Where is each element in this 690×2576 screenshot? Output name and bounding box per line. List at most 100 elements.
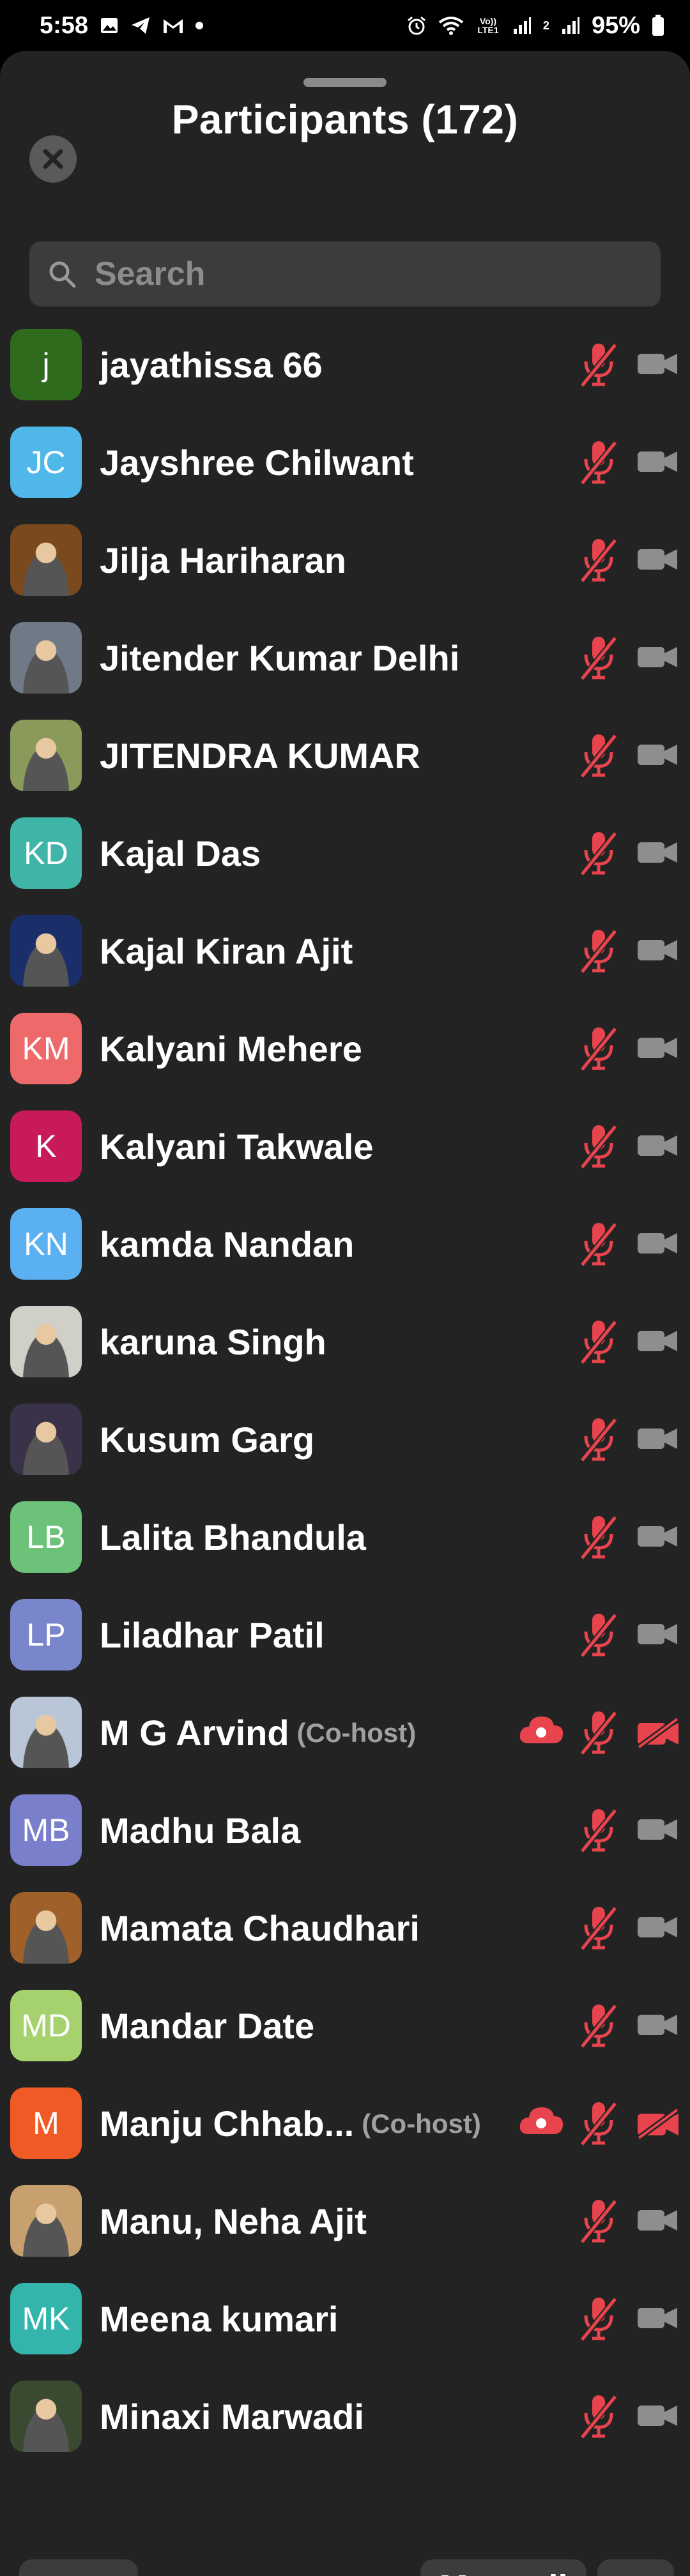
participant-row[interactable]: KN kamda Nandan <box>0 1199 690 1296</box>
mic-muted-icon[interactable] <box>578 1318 619 1368</box>
participant-row[interactable]: karuna Singh <box>0 1296 690 1394</box>
video-off-icon[interactable] <box>636 2107 680 2142</box>
mic-muted-icon[interactable] <box>578 2100 619 2150</box>
participant-row[interactable]: MB Madhu Bala <box>0 1785 690 1883</box>
video-icon[interactable] <box>636 643 678 674</box>
video-icon[interactable] <box>636 1620 678 1651</box>
participant-row[interactable]: KD Kajal Das <box>0 808 690 905</box>
video-icon[interactable] <box>636 936 678 967</box>
video-icon[interactable] <box>636 1522 678 1554</box>
gallery-icon <box>100 16 119 35</box>
battery-percent: 95% <box>591 11 640 39</box>
video-icon[interactable] <box>636 1913 678 1944</box>
participant-row[interactable]: M Manju Chhab... (Co-host) <box>0 2078 690 2176</box>
participant-row[interactable]: KM Kalyani Mehere <box>0 1003 690 1101</box>
cohost-label: (Co-host) <box>296 1717 417 1748</box>
avatar: j <box>10 329 82 400</box>
search-input[interactable] <box>93 254 639 294</box>
participant-row[interactable]: JC Jayshree Chilwant <box>0 417 690 515</box>
search-bar[interactable] <box>29 241 661 307</box>
participant-row[interactable]: Mamata Chaudhari <box>0 1883 690 1980</box>
mic-muted-icon[interactable] <box>578 1025 619 1075</box>
mic-muted-icon[interactable] <box>578 536 619 587</box>
mic-muted-icon[interactable] <box>578 2197 619 2248</box>
video-icon[interactable] <box>636 1425 678 1456</box>
mic-muted-icon[interactable] <box>578 732 619 782</box>
mic-muted-icon[interactable] <box>578 1416 619 1466</box>
mic-muted-icon[interactable] <box>578 1709 619 1759</box>
participant-name-wrap: Madhu Bala <box>100 1785 300 1876</box>
participant-row[interactable]: Kusum Garg <box>0 1394 690 1492</box>
participant-row[interactable]: j jayathissa 66 <box>0 319 690 417</box>
video-icon[interactable] <box>636 1229 678 1261</box>
volte-label: Vo)) LTE1 <box>477 16 499 35</box>
participant-row[interactable]: MD Mandar Date <box>0 1980 690 2078</box>
video-icon[interactable] <box>636 448 678 479</box>
video-icon[interactable] <box>636 350 678 381</box>
mic-muted-icon[interactable] <box>578 2295 619 2345</box>
drag-handle[interactable] <box>303 78 387 87</box>
mic-muted-icon[interactable] <box>578 830 619 880</box>
participant-name: Manu, Neha Ajit <box>100 2201 367 2241</box>
participant-name: Kalyani Mehere <box>100 1029 362 1069</box>
participant-row[interactable]: K Kalyani Takwale <box>0 1101 690 1199</box>
participant-name-wrap: Kalyani Mehere <box>100 1003 362 1095</box>
avatar-photo <box>10 622 82 693</box>
mic-muted-icon[interactable] <box>578 2393 619 2443</box>
status-bar: 5:58 Vo)) LTE1 2 95% <box>0 0 690 51</box>
video-icon[interactable] <box>636 2011 678 2042</box>
video-icon[interactable] <box>636 1815 678 1847</box>
participant-row[interactable]: Kajal Kiran Ajit <box>0 905 690 1003</box>
status-bar-right: Vo)) LTE1 2 95% <box>406 12 664 40</box>
video-icon[interactable] <box>636 838 678 870</box>
participant-row[interactable]: LP Liladhar Patil <box>0 1589 690 1687</box>
video-icon[interactable] <box>636 1034 678 1065</box>
participant-row[interactable]: Manu, Neha Ajit <box>0 2176 690 2273</box>
video-off-icon[interactable] <box>636 1716 680 1752</box>
avatar: M <box>10 2087 82 2159</box>
video-icon[interactable] <box>636 2402 678 2433</box>
video-icon[interactable] <box>636 2206 678 2238</box>
participant-row[interactable]: MK Meena kumari <box>0 2273 690 2371</box>
video-icon[interactable] <box>636 545 678 577</box>
participant-row[interactable]: LB Lalita Bhandula <box>0 1492 690 1589</box>
signal-2-icon <box>561 16 580 35</box>
mic-muted-icon[interactable] <box>578 1807 619 1857</box>
participant-name: Madhu Bala <box>100 1810 301 1851</box>
video-icon[interactable] <box>636 741 678 772</box>
video-icon[interactable] <box>636 1327 678 1358</box>
gmail-icon <box>162 17 184 34</box>
participant-row[interactable]: Jitender Kumar Delhi <box>0 612 690 710</box>
participant-name: Kusum Garg <box>100 1420 315 1460</box>
mic-muted-icon[interactable] <box>578 1611 619 1662</box>
participant-name: Jilja Hariharan <box>100 540 346 580</box>
invite-button[interactable]: Invite <box>19 2559 138 2576</box>
video-icon[interactable] <box>636 1132 678 1163</box>
more-options-button[interactable]: ··· <box>597 2559 674 2576</box>
avatar: MB <box>10 1794 82 1866</box>
participant-name-wrap: Meena kumari <box>100 2273 339 2365</box>
mic-muted-icon[interactable] <box>578 439 619 489</box>
notification-dot-icon <box>195 22 204 29</box>
participant-name: Kalyani Takwale <box>100 1126 374 1167</box>
participant-row[interactable]: M G Arvind (Co-host) <box>0 1687 690 1785</box>
close-icon <box>43 149 63 169</box>
mic-muted-icon[interactable] <box>578 341 619 391</box>
participant-name: Kajal Das <box>100 833 261 874</box>
participant-name-wrap: Jilja Hariharan <box>100 515 346 606</box>
mute-all-button[interactable]: Mute all <box>420 2559 586 2576</box>
mic-muted-icon[interactable] <box>578 1513 619 1564</box>
video-icon[interactable] <box>636 2304 678 2335</box>
participant-row[interactable]: JITENDRA KUMAR <box>0 710 690 808</box>
mic-muted-icon[interactable] <box>578 1220 619 1271</box>
participant-row[interactable]: Jilja Hariharan <box>0 515 690 612</box>
mic-muted-icon[interactable] <box>578 927 619 978</box>
mic-muted-icon[interactable] <box>578 634 619 685</box>
participant-name: jayathissa 66 <box>100 345 323 385</box>
participant-row[interactable]: Minaxi Marwadi <box>0 2371 690 2469</box>
mic-muted-icon[interactable] <box>578 1904 619 1955</box>
avatar-photo <box>10 1306 82 1377</box>
mic-muted-icon[interactable] <box>578 2002 619 2052</box>
avatar-photo <box>10 2381 82 2452</box>
mic-muted-icon[interactable] <box>578 1123 619 1173</box>
